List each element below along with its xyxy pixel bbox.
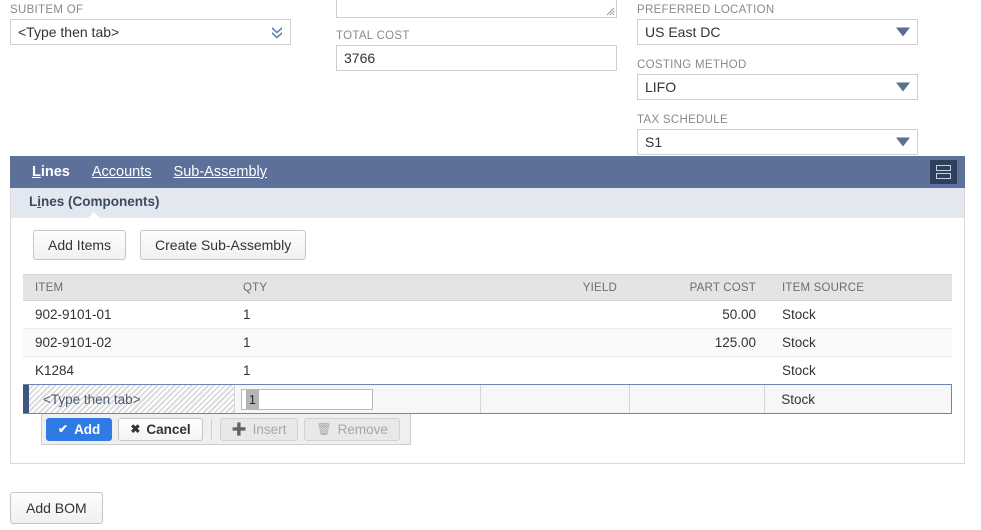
cell-item: K1284 (35, 363, 75, 378)
create-sub-assembly-button[interactable]: Create Sub-Assembly (140, 230, 307, 260)
menu-bar-bottom (936, 173, 951, 179)
panel-header: Lines (Components) (11, 188, 964, 219)
insert-button: ➕ Insert (219, 417, 299, 441)
cell-qty: 1 (243, 335, 251, 350)
check-icon: ✔ (58, 422, 69, 436)
panel-caret-icon (87, 212, 102, 219)
edit-row-action-bar: ✔ Add ✖ Cancel ➕ Insert 🗑 Remove (41, 414, 411, 445)
cancel-button[interactable]: ✖ Cancel (118, 417, 203, 441)
tab-lines[interactable]: Lines (32, 156, 70, 196)
form-column-right: PREFERRED LOCATION COSTING METHOD TAX SC… (637, 4, 918, 155)
tab-lines-label: ines (40, 164, 70, 180)
cell-item-source: Stock (782, 307, 816, 322)
costing-method-group: COSTING METHOD (637, 59, 918, 100)
table-row[interactable]: 902-9101-01 1 50.00 Stock (23, 301, 952, 329)
cell-item-source: Stock (782, 335, 816, 350)
form-column-left: SUBITEM OF (10, 4, 291, 45)
form-column-middle: TOTAL COST (336, 0, 617, 71)
costing-method-label: COSTING METHOD (637, 59, 747, 71)
panel-title-post: nes (Components) (41, 194, 160, 209)
subitem-of-field[interactable] (10, 19, 291, 45)
tab-accounts-accesskey: A (91, 164, 102, 180)
table-row[interactable]: 902-9101-02 1 125.00 Stock (23, 329, 952, 357)
action-divider (210, 418, 212, 440)
cell-item: 902-9101-02 (35, 335, 112, 350)
column-header-qty: QTY (243, 281, 268, 294)
qty-input-value: 1 (245, 389, 260, 409)
cell-qty: 1 (243, 307, 251, 322)
panel-title-pre: L (29, 194, 38, 209)
tab-sub-assembly-label: ub-Assembly (183, 164, 268, 180)
column-header-item-source: ITEM SOURCE (782, 281, 865, 294)
edit-part-cost-cell[interactable] (630, 385, 766, 413)
panel-button-row: Add Items Create Sub-Assembly (11, 218, 964, 270)
total-cost-label: TOTAL COST (336, 30, 410, 42)
total-cost-input[interactable] (336, 45, 617, 71)
edit-item-source-cell[interactable]: Stock (765, 385, 951, 413)
tab-accounts[interactable]: Accounts (92, 156, 152, 188)
bom-editor-page: SUBITEM OF TOTAL COST PREFERRED LOCATION (0, 0, 981, 530)
grid-header-row: ITEM QTY YIELD PART COST ITEM SOURCE (23, 274, 952, 301)
preferred-location-field[interactable] (637, 19, 918, 45)
tab-lines-accesskey: L (32, 164, 41, 180)
edit-item-cell[interactable]: <Type then tab> (29, 385, 235, 413)
preferred-location-group: PREFERRED LOCATION (637, 4, 918, 45)
add-button-label: Add (74, 421, 101, 437)
cell-item: 902-9101-01 (35, 307, 112, 322)
tax-schedule-label: TAX SCHEDULE (637, 114, 728, 126)
cancel-button-label: Cancel (146, 421, 191, 437)
remove-button-label: Remove (337, 421, 388, 437)
tab-sub-assembly-accesskey: S (173, 164, 184, 180)
add-bom-button[interactable]: Add BOM (10, 492, 103, 524)
tax-schedule-field[interactable] (637, 129, 918, 155)
preferred-location-input[interactable] (637, 19, 918, 45)
costing-method-input[interactable] (637, 74, 918, 100)
tab-sub-assembly[interactable]: Sub-Assembly (174, 156, 267, 188)
cell-part-cost: 50.00 (722, 307, 756, 322)
tab-bar: Lines Accounts Sub-Assembly (10, 156, 965, 196)
trash-icon: 🗑 (316, 422, 332, 436)
qty-input[interactable]: 1 (240, 388, 373, 410)
description-field[interactable] (336, 0, 617, 18)
plus-icon: ➕ (231, 422, 247, 436)
add-items-button[interactable]: Add Items (33, 230, 127, 260)
insert-button-label: Insert (252, 421, 287, 437)
cross-icon: ✖ (130, 422, 141, 436)
column-header-yield: YIELD (582, 281, 617, 294)
cell-qty: 1 (243, 363, 251, 378)
lines-panel: Lines (Components) Add Items Create Sub-… (10, 188, 965, 464)
cell-part-cost: 125.00 (714, 335, 756, 350)
costing-method-field[interactable] (637, 74, 918, 100)
tab-accounts-label: ccounts (101, 164, 152, 180)
grid-edit-row[interactable]: <Type then tab> 1 Stock (23, 384, 952, 414)
column-header-item: ITEM (35, 281, 64, 294)
menu-bar-top (936, 165, 951, 171)
description-textarea[interactable] (336, 0, 617, 18)
tax-schedule-group: TAX SCHEDULE (637, 114, 918, 155)
subitem-of-label: SUBITEM OF (10, 4, 84, 16)
remove-button: 🗑 Remove (304, 417, 400, 441)
edit-qty-cell[interactable]: 1 (234, 385, 481, 413)
table-row[interactable]: K1284 1 Stock (23, 357, 952, 385)
total-cost-field[interactable] (336, 45, 617, 71)
preferred-location-label: PREFERRED LOCATION (637, 4, 775, 16)
panel-title: Lines (Components) (29, 194, 160, 219)
subitem-of-input[interactable] (10, 19, 291, 45)
list-layout-icon[interactable] (930, 160, 957, 184)
edit-yield-cell[interactable] (480, 385, 631, 413)
column-header-part-cost: PART COST (689, 281, 756, 294)
tax-schedule-input[interactable] (637, 129, 918, 155)
cell-item-source: Stock (782, 363, 816, 378)
add-button[interactable]: ✔ Add (46, 417, 113, 441)
components-grid: ITEM QTY YIELD PART COST ITEM SOURCE 902… (23, 274, 952, 445)
